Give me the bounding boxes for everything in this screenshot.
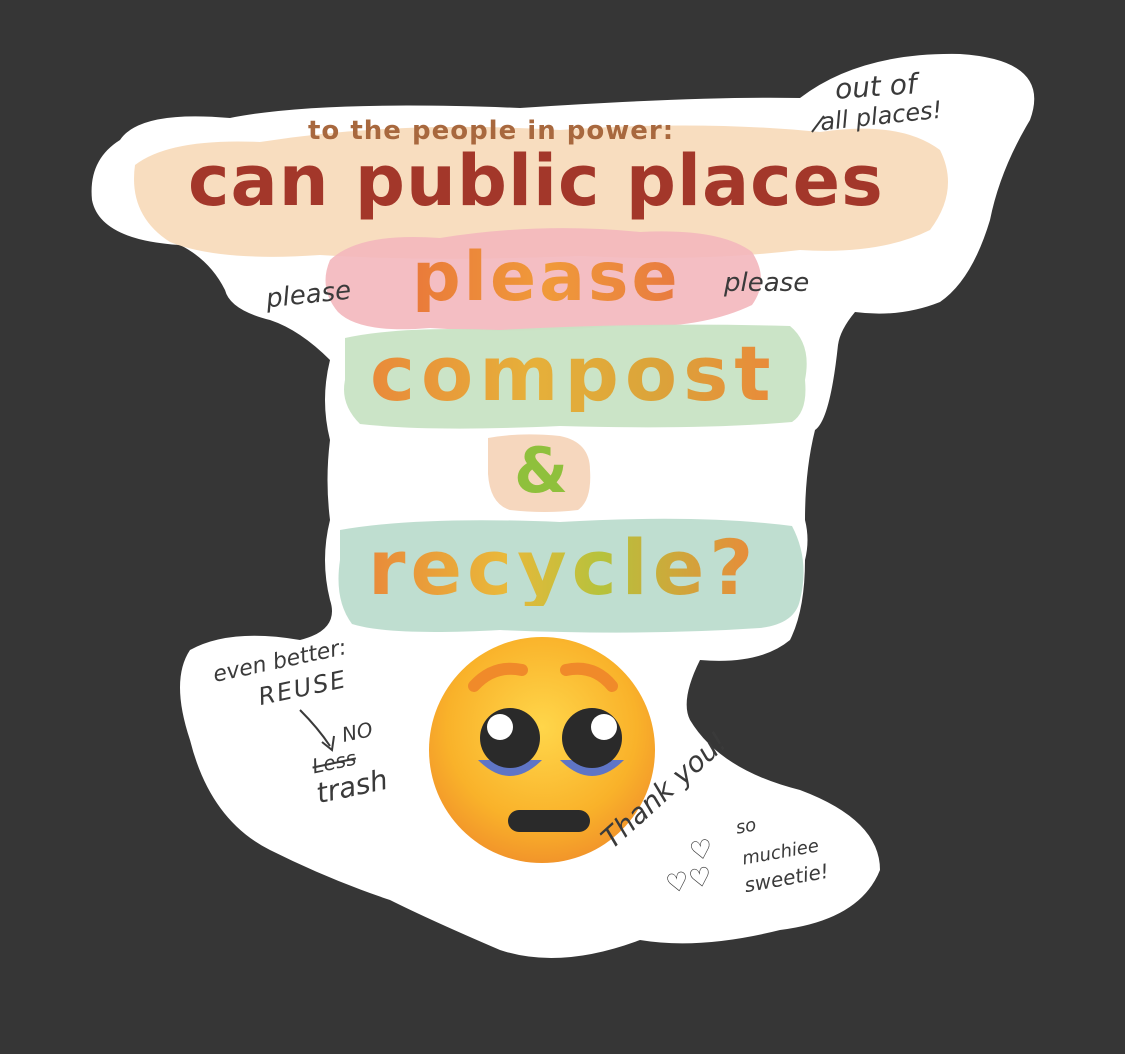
so-note: so (734, 814, 758, 839)
sticker-canvas: to the people in power: can public place… (0, 0, 1125, 1054)
reuse-arrow (299, 709, 335, 752)
